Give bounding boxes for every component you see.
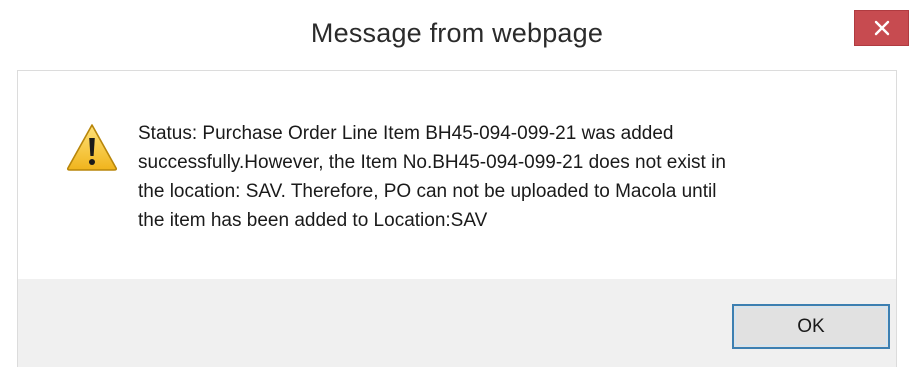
- message-text: Status: Purchase Order Line Item BH45-09…: [138, 123, 726, 231]
- dialog-title: Message from webpage: [310, 18, 604, 48]
- close-button[interactable]: [854, 10, 909, 46]
- message-area: Status: Purchase Order Line Item BH45-09…: [17, 70, 897, 279]
- ok-button[interactable]: OK: [732, 304, 890, 349]
- window-frame-bottom: [0, 367, 914, 371]
- message-dialog: Message from webpage Status: Purchase Or…: [0, 0, 914, 371]
- warning-icon: [66, 124, 118, 171]
- title-bar[interactable]: Message from webpage: [0, 0, 914, 70]
- close-icon: [874, 20, 889, 36]
- button-bar: OK: [17, 279, 897, 371]
- window-frame-right: [897, 70, 914, 371]
- window-frame-left: [0, 70, 17, 371]
